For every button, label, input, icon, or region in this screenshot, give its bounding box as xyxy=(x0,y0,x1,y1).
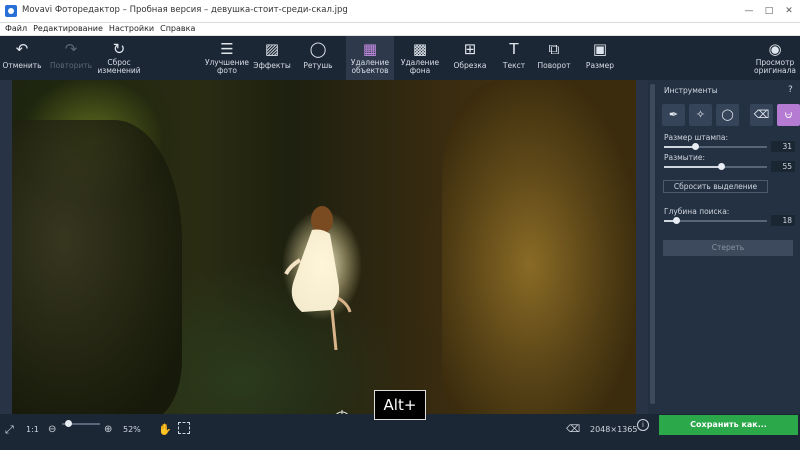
tools-panel: Инструменты ? ✒ ✧ ◯ ⌫ ⩁ Размер штампа: 3… xyxy=(657,80,800,414)
zoom-value: 52% xyxy=(123,425,141,434)
preview-original-button[interactable]: ◉ Просмотр оригинала xyxy=(752,36,798,80)
rotate-icon: ⧉ xyxy=(548,40,560,58)
zoom-out-icon[interactable]: ⊖ xyxy=(48,424,56,436)
main-toolbar: ↶ Отменить ↷ Повторить ↻ Сброс изменений… xyxy=(0,36,800,80)
redo-button[interactable]: ↷ Повторить xyxy=(48,36,94,80)
menu-bar: Файл Редактирование Настройки Справка xyxy=(0,23,800,36)
undo-label: Отменить xyxy=(2,61,42,70)
selection-icon[interactable] xyxy=(178,422,190,434)
erase-button[interactable]: Стереть xyxy=(663,240,793,256)
retouch-label: Ретушь xyxy=(303,61,333,70)
rotate-label: Поворот xyxy=(537,61,571,70)
menu-settings[interactable]: Настройки xyxy=(108,23,159,35)
zoom-in-icon[interactable]: ⊕ xyxy=(104,424,112,436)
reset-icon: ↻ xyxy=(112,40,126,58)
text-icon: T xyxy=(509,40,519,58)
menu-file[interactable]: Файл xyxy=(4,23,32,35)
tab-background-removal[interactable]: ▩ Удаление фона xyxy=(398,36,442,80)
blur-fill xyxy=(664,166,721,168)
stamp-size-handle[interactable] xyxy=(692,143,699,150)
menu-help[interactable]: Справка xyxy=(159,23,200,35)
reset-changes-button[interactable]: ↻ Сброс изменений xyxy=(96,36,142,80)
stamp-size-fill xyxy=(664,146,695,148)
object-removal-icon: ▦ xyxy=(362,40,378,58)
minimize-icon[interactable]: — xyxy=(742,4,756,18)
blur-handle[interactable] xyxy=(718,163,725,170)
resize-icon: ▣ xyxy=(592,40,608,58)
search-depth-value[interactable]: 18 xyxy=(771,215,795,226)
undo-icon: ↶ xyxy=(15,40,29,58)
undo-button[interactable]: ↶ Отменить xyxy=(2,36,42,80)
vertical-scrollbar[interactable] xyxy=(648,80,657,414)
panel-title: Инструменты xyxy=(664,86,718,95)
preview-label-2: оригинала xyxy=(754,66,796,75)
tab-object-removal[interactable]: ▦ Удаление объектов xyxy=(346,36,394,80)
brush-icon[interactable]: ✒ xyxy=(662,104,685,126)
photo-girl-figure xyxy=(284,206,352,350)
checkerboard-icon: ▩ xyxy=(412,40,428,58)
redo-label: Повторить xyxy=(49,61,93,70)
blur-label: Размытие: xyxy=(664,153,706,162)
search-depth-handle[interactable] xyxy=(673,217,680,224)
enhance-label-2: фото xyxy=(217,66,237,75)
search-depth-slider[interactable] xyxy=(664,217,767,224)
tab-resize[interactable]: ▣ Размер xyxy=(580,36,620,80)
crop-icon: ⊞ xyxy=(463,40,477,58)
hand-icon[interactable]: ✋ xyxy=(158,424,172,436)
effects-label: Эффекты xyxy=(253,61,291,70)
reset-label-2: изменений xyxy=(97,66,141,75)
app-logo-icon xyxy=(5,5,17,17)
tab-effects[interactable]: ▨ Эффекты xyxy=(252,36,292,80)
stamp-size-slider[interactable] xyxy=(664,143,767,150)
one-to-one-button[interactable]: 1:1 xyxy=(26,424,39,436)
title-bar: Movavi Фоторедактор – Пробная версия – д… xyxy=(0,0,800,23)
redo-icon: ↷ xyxy=(64,40,78,58)
clone-stamp-icon[interactable]: ⩁ xyxy=(777,104,800,126)
photo-rock-left xyxy=(12,120,182,414)
key-hint-overlay: Alt+ xyxy=(374,390,426,420)
menu-edit[interactable]: Редактирование xyxy=(32,23,108,35)
tab-rotate[interactable]: ⧉ Поворот xyxy=(534,36,574,80)
bg-removal-label-2: фона xyxy=(409,66,431,75)
close-icon[interactable]: ✕ xyxy=(782,4,796,18)
trash-icon[interactable]: ⌫ xyxy=(566,424,580,436)
window-title: Movavi Фоторедактор – Пробная версия – д… xyxy=(22,5,348,15)
object-removal-label-2: объектов xyxy=(351,66,389,75)
search-depth-label: Глубина поиска: xyxy=(664,207,730,216)
canvas-area[interactable] xyxy=(0,80,648,443)
photo-canvas[interactable] xyxy=(12,80,636,414)
tab-text[interactable]: T Текст xyxy=(496,36,532,80)
image-dimensions: 2048×1365 xyxy=(590,425,638,434)
stamp-size-label: Размер штампа: xyxy=(664,133,729,142)
tab-retouch[interactable]: ◯ Ретушь xyxy=(298,36,338,80)
photo-rock-right xyxy=(442,80,636,414)
effects-icon: ▨ xyxy=(264,40,280,58)
resize-label: Размер xyxy=(585,61,615,70)
blur-slider[interactable] xyxy=(664,163,767,170)
fit-screen-icon[interactable]: ⤢ xyxy=(5,424,14,436)
eraser-icon[interactable]: ⌫ xyxy=(750,104,773,126)
sliders-icon: ☰ xyxy=(220,40,234,58)
retouch-icon: ◯ xyxy=(309,40,327,58)
tab-crop[interactable]: ⊞ Обрезка xyxy=(450,36,490,80)
zoom-handle[interactable] xyxy=(65,420,72,427)
lasso-icon[interactable]: ◯ xyxy=(716,104,739,126)
tab-enhance[interactable]: ☰ Улучшение фото xyxy=(204,36,250,80)
maximize-icon[interactable]: □ xyxy=(762,4,776,18)
eye-icon: ◉ xyxy=(768,40,782,58)
save-as-button[interactable]: Сохранить как... xyxy=(659,415,798,435)
help-icon[interactable]: ? xyxy=(788,85,793,95)
app-window: Movavi Фоторедактор – Пробная версия – д… xyxy=(0,0,800,450)
text-label: Текст xyxy=(502,61,526,70)
tool-buttons-row: ✒ ✧ ◯ ⌫ ⩁ xyxy=(662,104,800,126)
info-icon[interactable]: i xyxy=(637,419,649,431)
zoom-slider[interactable] xyxy=(62,420,100,427)
blur-value[interactable]: 55 xyxy=(771,161,795,172)
magic-wand-icon[interactable]: ✧ xyxy=(689,104,712,126)
stamp-size-value[interactable]: 31 xyxy=(771,141,795,152)
scrollbar-thumb[interactable] xyxy=(650,84,655,404)
crop-label: Обрезка xyxy=(453,61,487,70)
reset-selection-button[interactable]: Сбросить выделение xyxy=(663,180,768,193)
